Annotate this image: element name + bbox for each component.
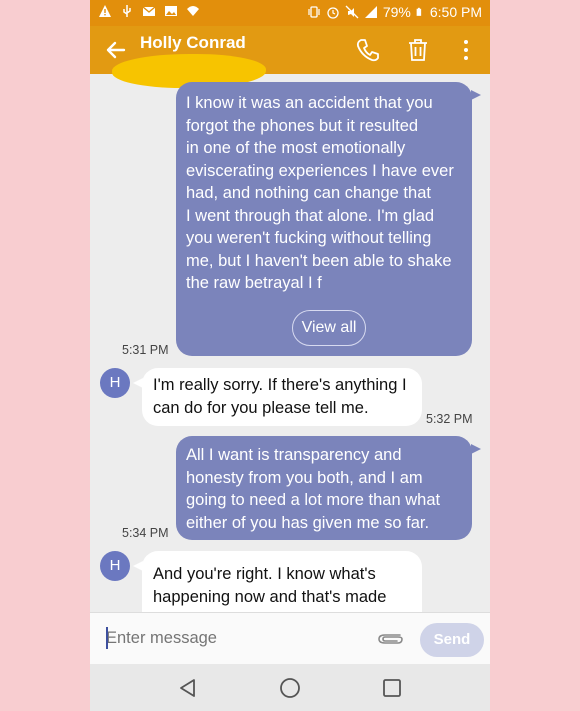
status-bar: 79% 6:50 PM (90, 0, 490, 26)
battery-percent: 79% (382, 4, 411, 20)
message-bubble-outgoing[interactable]: I know it was an accident that you forgo… (176, 82, 481, 356)
avatar[interactable]: H (100, 368, 130, 398)
contact-name[interactable]: Holly Conrad (140, 33, 246, 53)
message-timestamp: 5:31 PM (122, 343, 169, 357)
message-line: going to need a lot more than what (186, 491, 441, 509)
alarm-icon (327, 7, 339, 19)
mute-icon (345, 5, 359, 19)
message-line: I know it was an accident that you (186, 94, 433, 112)
message-line: had, and nothing can change that (186, 184, 431, 202)
message-line: the raw betrayal I f (186, 274, 322, 292)
more-icon[interactable] (452, 36, 480, 64)
message-timestamp: 5:34 PM (122, 526, 169, 540)
message-line: forgot the phones but it resulted (186, 116, 419, 135)
avatar[interactable]: H (100, 551, 130, 581)
message-line: I'm really sorry. If there's anything I (153, 376, 407, 394)
message-line: happening now and that's made (153, 587, 387, 606)
conversation[interactable]: I know it was an accident that you forgo… (90, 74, 490, 612)
message-timestamp: 5:32 PM (426, 412, 473, 426)
back-arrow-icon[interactable] (102, 36, 130, 64)
message-bubble-outgoing[interactable]: All I want is transparency and honesty f… (176, 436, 481, 540)
message-line: I went through that alone. I'm glad (186, 206, 435, 225)
app-bar: Holly Conrad (90, 26, 490, 88)
message-composer: Send (90, 612, 490, 665)
message-bubble-incoming[interactable]: I'm really sorry. If there's anything I … (133, 368, 422, 426)
status-time: 6:50 PM (429, 4, 482, 20)
attach-icon[interactable] (374, 626, 404, 652)
back-nav-icon[interactable] (176, 676, 200, 700)
message-line: me, but I haven't been able to shake (186, 251, 452, 270)
message-line: you weren't fucking without telling (186, 229, 432, 247)
message-line: can do for you please tell me. (153, 398, 369, 417)
text-caret (106, 627, 108, 649)
warning-icon (99, 5, 111, 17)
message-line: All I want is transparency and (186, 446, 402, 464)
message-bubble-incoming[interactable]: And you're right. I know what's happenin… (133, 551, 422, 612)
battery-icon (416, 7, 422, 16)
home-nav-icon[interactable] (278, 676, 302, 700)
message-line: eviscerating experiences I have ever (186, 161, 454, 180)
email-icon (142, 6, 156, 16)
vibrate-icon (308, 6, 320, 18)
message-line: in one of the most emotionally (186, 139, 406, 157)
message-line: And you're right. I know what's (153, 565, 376, 583)
signal-icon (364, 6, 377, 18)
delete-icon[interactable] (404, 36, 432, 64)
wifi-icon (187, 6, 199, 16)
recents-nav-icon[interactable] (380, 676, 404, 700)
view-all-button[interactable]: View all (292, 310, 366, 346)
image-icon (165, 6, 177, 16)
usb-icon (123, 5, 131, 17)
message-line: honesty from you both, and I am (186, 468, 423, 487)
send-button[interactable]: Send (420, 623, 484, 657)
navigation-bar (90, 664, 490, 711)
message-line: either of you has given me so far. (186, 513, 430, 532)
phone-screen: 79% 6:50 PM Holly Conrad I know it was a… (90, 0, 490, 711)
call-icon[interactable] (354, 36, 382, 64)
message-input[interactable] (106, 625, 366, 651)
